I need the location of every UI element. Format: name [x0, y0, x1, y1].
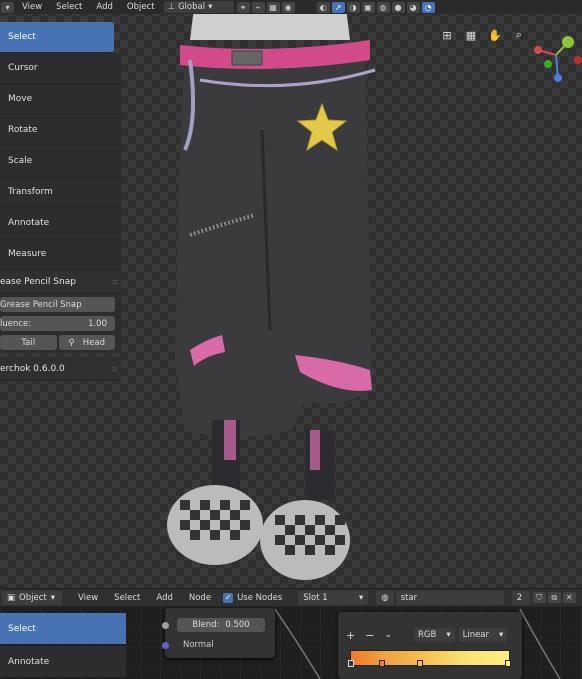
- use-nodes-toggle[interactable]: ✓ Use Nodes: [223, 592, 282, 603]
- gizmo-toggle-icon[interactable]: ↗: [331, 1, 345, 13]
- bone-icon: ⚲: [68, 337, 75, 348]
- tail-button[interactable]: Tail: [0, 335, 57, 350]
- color-stop-marker[interactable]: [348, 660, 354, 667]
- solid-shading-icon[interactable]: ●: [391, 1, 405, 13]
- grease-pencil-snap-panel-header[interactable]: ease Pencil Snap ::::: [0, 270, 121, 294]
- tool-select[interactable]: Select: [0, 22, 114, 53]
- tool-panel: Select Cursor Move Rotate Scale Transfor…: [0, 22, 121, 381]
- chevron-down-icon: ▾: [208, 2, 213, 12]
- xray-icon[interactable]: ▣: [361, 1, 375, 13]
- orientation-dropdown[interactable]: ⊥ Global ▾: [163, 1, 234, 13]
- add-stop-icon[interactable]: +: [346, 629, 355, 642]
- wireframe-shading-icon[interactable]: ◍: [376, 1, 390, 13]
- drag-grip-icon[interactable]: ::::: [112, 278, 119, 286]
- navigation-controls: ⊞ ▦ ✋ ⌕: [440, 28, 526, 42]
- checkbox-checked-icon: ✓: [223, 592, 234, 603]
- chevron-down-icon: ▾: [358, 592, 364, 603]
- color-ramp-node[interactable]: + − ⌄ RGB ▾ Linear ▾: [338, 612, 522, 679]
- chevron-down-icon[interactable]: ⌄: [384, 630, 392, 640]
- ramp-controls: + − ⌄ RGB ▾ Linear ▾: [346, 628, 508, 642]
- menu-view[interactable]: View: [15, 2, 49, 12]
- grease-pencil-snap-button[interactable]: Grease Pencil Snap: [0, 297, 115, 312]
- head-button[interactable]: ⚲ Head: [58, 335, 115, 350]
- axis-gizmo[interactable]: [528, 20, 582, 90]
- color-stop-marker[interactable]: [505, 660, 511, 667]
- material-shading-icon[interactable]: ◕: [406, 1, 420, 13]
- tool-scale[interactable]: Scale: [0, 146, 121, 177]
- duplicate-icon[interactable]: ⧉: [547, 592, 561, 603]
- normal-socket[interactable]: [162, 642, 169, 649]
- tool-annotate[interactable]: Annotate: [0, 208, 121, 239]
- interpolation-dropdown[interactable]: Linear ▾: [458, 628, 508, 642]
- color-mode-dropdown[interactable]: RGB ▾: [413, 628, 455, 642]
- close-icon[interactable]: ✕: [562, 592, 576, 603]
- node-tool-select[interactable]: Select: [0, 613, 126, 644]
- tool-measure[interactable]: Measure: [0, 239, 121, 270]
- material-name-field[interactable]: star: [395, 590, 504, 605]
- visibility-icon[interactable]: ◐: [316, 1, 330, 13]
- snap-target-icon[interactable]: ▦: [266, 1, 280, 13]
- tool-cursor[interactable]: Cursor: [0, 53, 121, 84]
- zoom-icon[interactable]: ⌕: [512, 28, 526, 42]
- socket[interactable]: [162, 622, 169, 629]
- bump-node[interactable]: Blend: 0.500 Normal: [162, 608, 275, 658]
- overlays-icon[interactable]: ◑: [346, 1, 360, 13]
- grease-pencil-snap-panel: Grease Pencil Snap luence: 1.00 Tail ⚲ H…: [0, 294, 121, 353]
- normal-label: Normal: [183, 640, 214, 650]
- object-mode-dropdown[interactable]: ▣ Object ▾: [2, 590, 62, 605]
- tool-rotate[interactable]: Rotate: [0, 115, 121, 146]
- blend-field[interactable]: Blend: 0.500: [177, 618, 265, 632]
- chevron-down-icon: ▾: [499, 630, 504, 640]
- rendered-shading-icon[interactable]: ◔: [421, 1, 435, 13]
- orientation-icon: ⊥: [167, 2, 175, 12]
- camera-view-icon[interactable]: ⊞: [440, 28, 454, 42]
- editor-type-icon[interactable]: ▾: [1, 1, 14, 13]
- node-menu-view[interactable]: View: [70, 593, 106, 603]
- grid-icon[interactable]: ▦: [464, 28, 478, 42]
- influence-field[interactable]: luence: 1.00: [0, 316, 115, 331]
- chevron-down-icon: ▾: [50, 592, 55, 603]
- color-stop-marker[interactable]: [417, 660, 423, 667]
- color-ramp-bar[interactable]: [348, 650, 511, 667]
- chevron-down-icon: ▾: [446, 630, 451, 640]
- tool-move[interactable]: Move: [0, 84, 121, 115]
- node-menu-node[interactable]: Node: [181, 593, 219, 603]
- menu-object[interactable]: Object: [120, 2, 162, 12]
- node-menu-select[interactable]: Select: [106, 593, 148, 603]
- 3d-viewport[interactable]: ▾ View Select Add Object ⊥ Global ▾ ⚭ ⌁ …: [0, 0, 582, 590]
- node-editor-header: ▣ Object ▾ View Select Add Node ✓ Use No…: [0, 588, 582, 606]
- material-sphere-icon: ◍: [381, 592, 389, 603]
- proportional-edit-icon[interactable]: ◉: [281, 1, 295, 13]
- material-browse[interactable]: ◍: [376, 590, 394, 605]
- tool-transform[interactable]: Transform: [0, 177, 121, 208]
- object-icon: ▣: [7, 592, 16, 603]
- remove-stop-icon[interactable]: −: [365, 629, 374, 642]
- snap-icon[interactable]: ⌁: [251, 1, 265, 13]
- node-tool-annotate[interactable]: Annotate: [0, 646, 126, 677]
- pivot-icon[interactable]: ⚭: [236, 1, 250, 13]
- user-count[interactable]: 2: [511, 590, 530, 605]
- drag-grip-icon[interactable]: ::::: [112, 365, 119, 373]
- pan-hand-icon[interactable]: ✋: [488, 28, 502, 42]
- menu-add[interactable]: Add: [89, 2, 119, 12]
- sverchok-panel-header[interactable]: erchok 0.6.0.0 ::::: [0, 357, 121, 381]
- viewport-header: ▾ View Select Add Object ⊥ Global ▾ ⚭ ⌁ …: [0, 0, 582, 14]
- color-stop-marker[interactable]: [379, 660, 385, 667]
- node-menu-add[interactable]: Add: [148, 593, 180, 603]
- fake-user-icon[interactable]: ⛉: [532, 592, 546, 603]
- menu-select[interactable]: Select: [49, 2, 89, 12]
- slot-dropdown[interactable]: Slot 1 ▾: [298, 590, 369, 605]
